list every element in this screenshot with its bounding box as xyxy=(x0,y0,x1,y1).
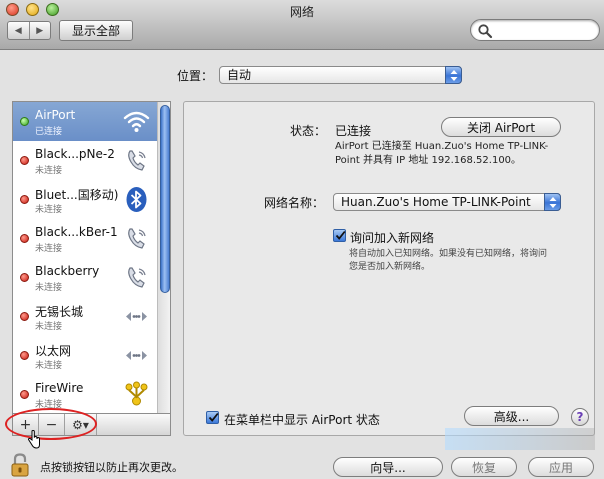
service-status: 未连接 xyxy=(35,166,63,176)
service-name: 以太网 xyxy=(35,344,72,358)
status-indicator xyxy=(20,390,29,399)
back-arrow-icon: ◀ xyxy=(14,25,22,36)
forward-arrow-icon: ▶ xyxy=(36,25,44,36)
revert-button[interactable]: 恢复 xyxy=(451,457,517,477)
wifi-icon xyxy=(123,111,150,132)
service-name: Blackberry xyxy=(35,264,100,278)
status-indicator xyxy=(20,234,29,243)
service-name: Black...kBer-1 xyxy=(35,225,118,239)
search-field[interactable] xyxy=(470,19,600,41)
status-value: 已连接 xyxy=(335,124,372,138)
assist-me-button[interactable]: 向导... xyxy=(333,457,443,477)
ask-join-description-line2: 您是否加入新网络。 xyxy=(349,262,431,272)
mouse-cursor-icon xyxy=(27,430,40,449)
advanced-button[interactable]: 高级... xyxy=(464,406,559,426)
network-name-select[interactable]: Huan.Zuo's Home TP-LINK-Point xyxy=(333,193,561,211)
service-list: AirPort 已连接 Black...pNe-2 未连接 Bluet...国移… xyxy=(12,101,171,414)
status-label: 状态： xyxy=(290,124,327,138)
service-item-bluetooth[interactable]: Bluet...国移动) 未连接 xyxy=(13,180,157,219)
phone-icon xyxy=(128,150,146,171)
watermark-overlay xyxy=(445,428,595,450)
status-indicator xyxy=(20,195,29,204)
show-in-menubar-checkbox[interactable] xyxy=(206,411,219,424)
turn-off-airport-button[interactable]: 关闭 AirPort xyxy=(441,117,561,137)
highlight-annotation xyxy=(5,408,97,440)
location-label: 位置： xyxy=(177,69,214,83)
forward-button[interactable]: ▶ xyxy=(28,22,51,39)
service-status: 未连接 xyxy=(35,244,63,254)
status-indicator xyxy=(20,351,29,360)
ask-join-description-line1: 将自动加入已知网络。如果没有已知网络，将询问 xyxy=(349,249,548,259)
popup-arrows-icon xyxy=(445,66,462,84)
location-value: 自动 xyxy=(227,68,252,82)
service-name: FireWire xyxy=(35,381,84,395)
bluetooth-icon xyxy=(126,187,147,212)
service-item-blackberry-kber1[interactable]: Black...kBer-1 未连接 xyxy=(13,219,157,258)
back-button[interactable]: ◀ xyxy=(8,22,29,39)
apply-button[interactable]: 应用 xyxy=(528,457,594,477)
vpn-icon xyxy=(126,312,147,321)
service-item-ethernet[interactable]: 以太网 未连接 xyxy=(13,336,157,375)
toolbar: 网络 ◀ ▶ 显示全部 xyxy=(0,0,604,50)
status-description-line1: AirPort 已连接至 Huan.Zuo's Home TP-LINK- xyxy=(335,141,549,152)
status-indicator xyxy=(20,273,29,282)
help-button[interactable]: ? xyxy=(571,408,589,426)
search-icon xyxy=(478,24,493,39)
location-select[interactable]: 自动 xyxy=(219,66,462,84)
service-item-wuxi-great-wall[interactable]: 无锡长城 未连接 xyxy=(13,297,157,336)
service-item-airport[interactable]: AirPort 已连接 xyxy=(13,102,157,141)
status-indicator xyxy=(20,312,29,321)
lock-hint-text: 点按锁按钮以防止再次更改。 xyxy=(40,461,183,474)
firewire-icon xyxy=(125,381,148,406)
show-all-button[interactable]: 显示全部 xyxy=(59,20,133,41)
network-preferences-window: 网络 ◀ ▶ 显示全部 位置： 自动 AirPort 已连接 Black...p… xyxy=(0,0,604,479)
network-name-label: 网络名称： xyxy=(264,196,325,210)
service-list-scrollbar[interactable] xyxy=(157,102,170,413)
phone-icon xyxy=(128,267,146,288)
service-status: 未连接 xyxy=(35,283,63,293)
checkmark-icon xyxy=(335,230,346,240)
popup-arrows-icon xyxy=(544,193,561,211)
service-item-blackberry-pne2[interactable]: Black...pNe-2 未连接 xyxy=(13,141,157,180)
service-name: AirPort xyxy=(35,108,76,122)
service-status: 未连接 xyxy=(35,322,63,332)
service-status: 已连接 xyxy=(35,127,63,137)
back-forward-buttons: ◀ ▶ xyxy=(7,21,51,40)
checkmark-icon xyxy=(208,412,219,422)
ask-join-checkbox[interactable] xyxy=(333,229,346,242)
lock-icon[interactable] xyxy=(9,453,31,477)
service-status: 未连接 xyxy=(35,205,63,215)
service-name: 无锡长城 xyxy=(35,305,84,319)
service-item-blackberry[interactable]: Blackberry 未连接 xyxy=(13,258,157,297)
status-description-line2: Point 并具有 IP 地址 192.168.52.100。 xyxy=(335,155,522,166)
status-indicator xyxy=(20,117,29,126)
status-indicator xyxy=(20,156,29,165)
phone-icon xyxy=(128,228,146,249)
network-name-value: Huan.Zuo's Home TP-LINK-Point xyxy=(341,195,531,209)
service-status: 未连接 xyxy=(35,361,63,371)
service-name: Bluet...国移动) xyxy=(35,188,119,202)
ethernet-icon xyxy=(126,351,147,360)
show-in-menubar-label: 在菜单栏中显示 AirPort 状态 xyxy=(224,413,380,427)
scroll-thumb[interactable] xyxy=(160,105,170,293)
ask-join-label: 询问加入新网络 xyxy=(350,231,435,245)
service-name: Black...pNe-2 xyxy=(35,147,115,161)
window-title: 网络 xyxy=(289,5,314,19)
